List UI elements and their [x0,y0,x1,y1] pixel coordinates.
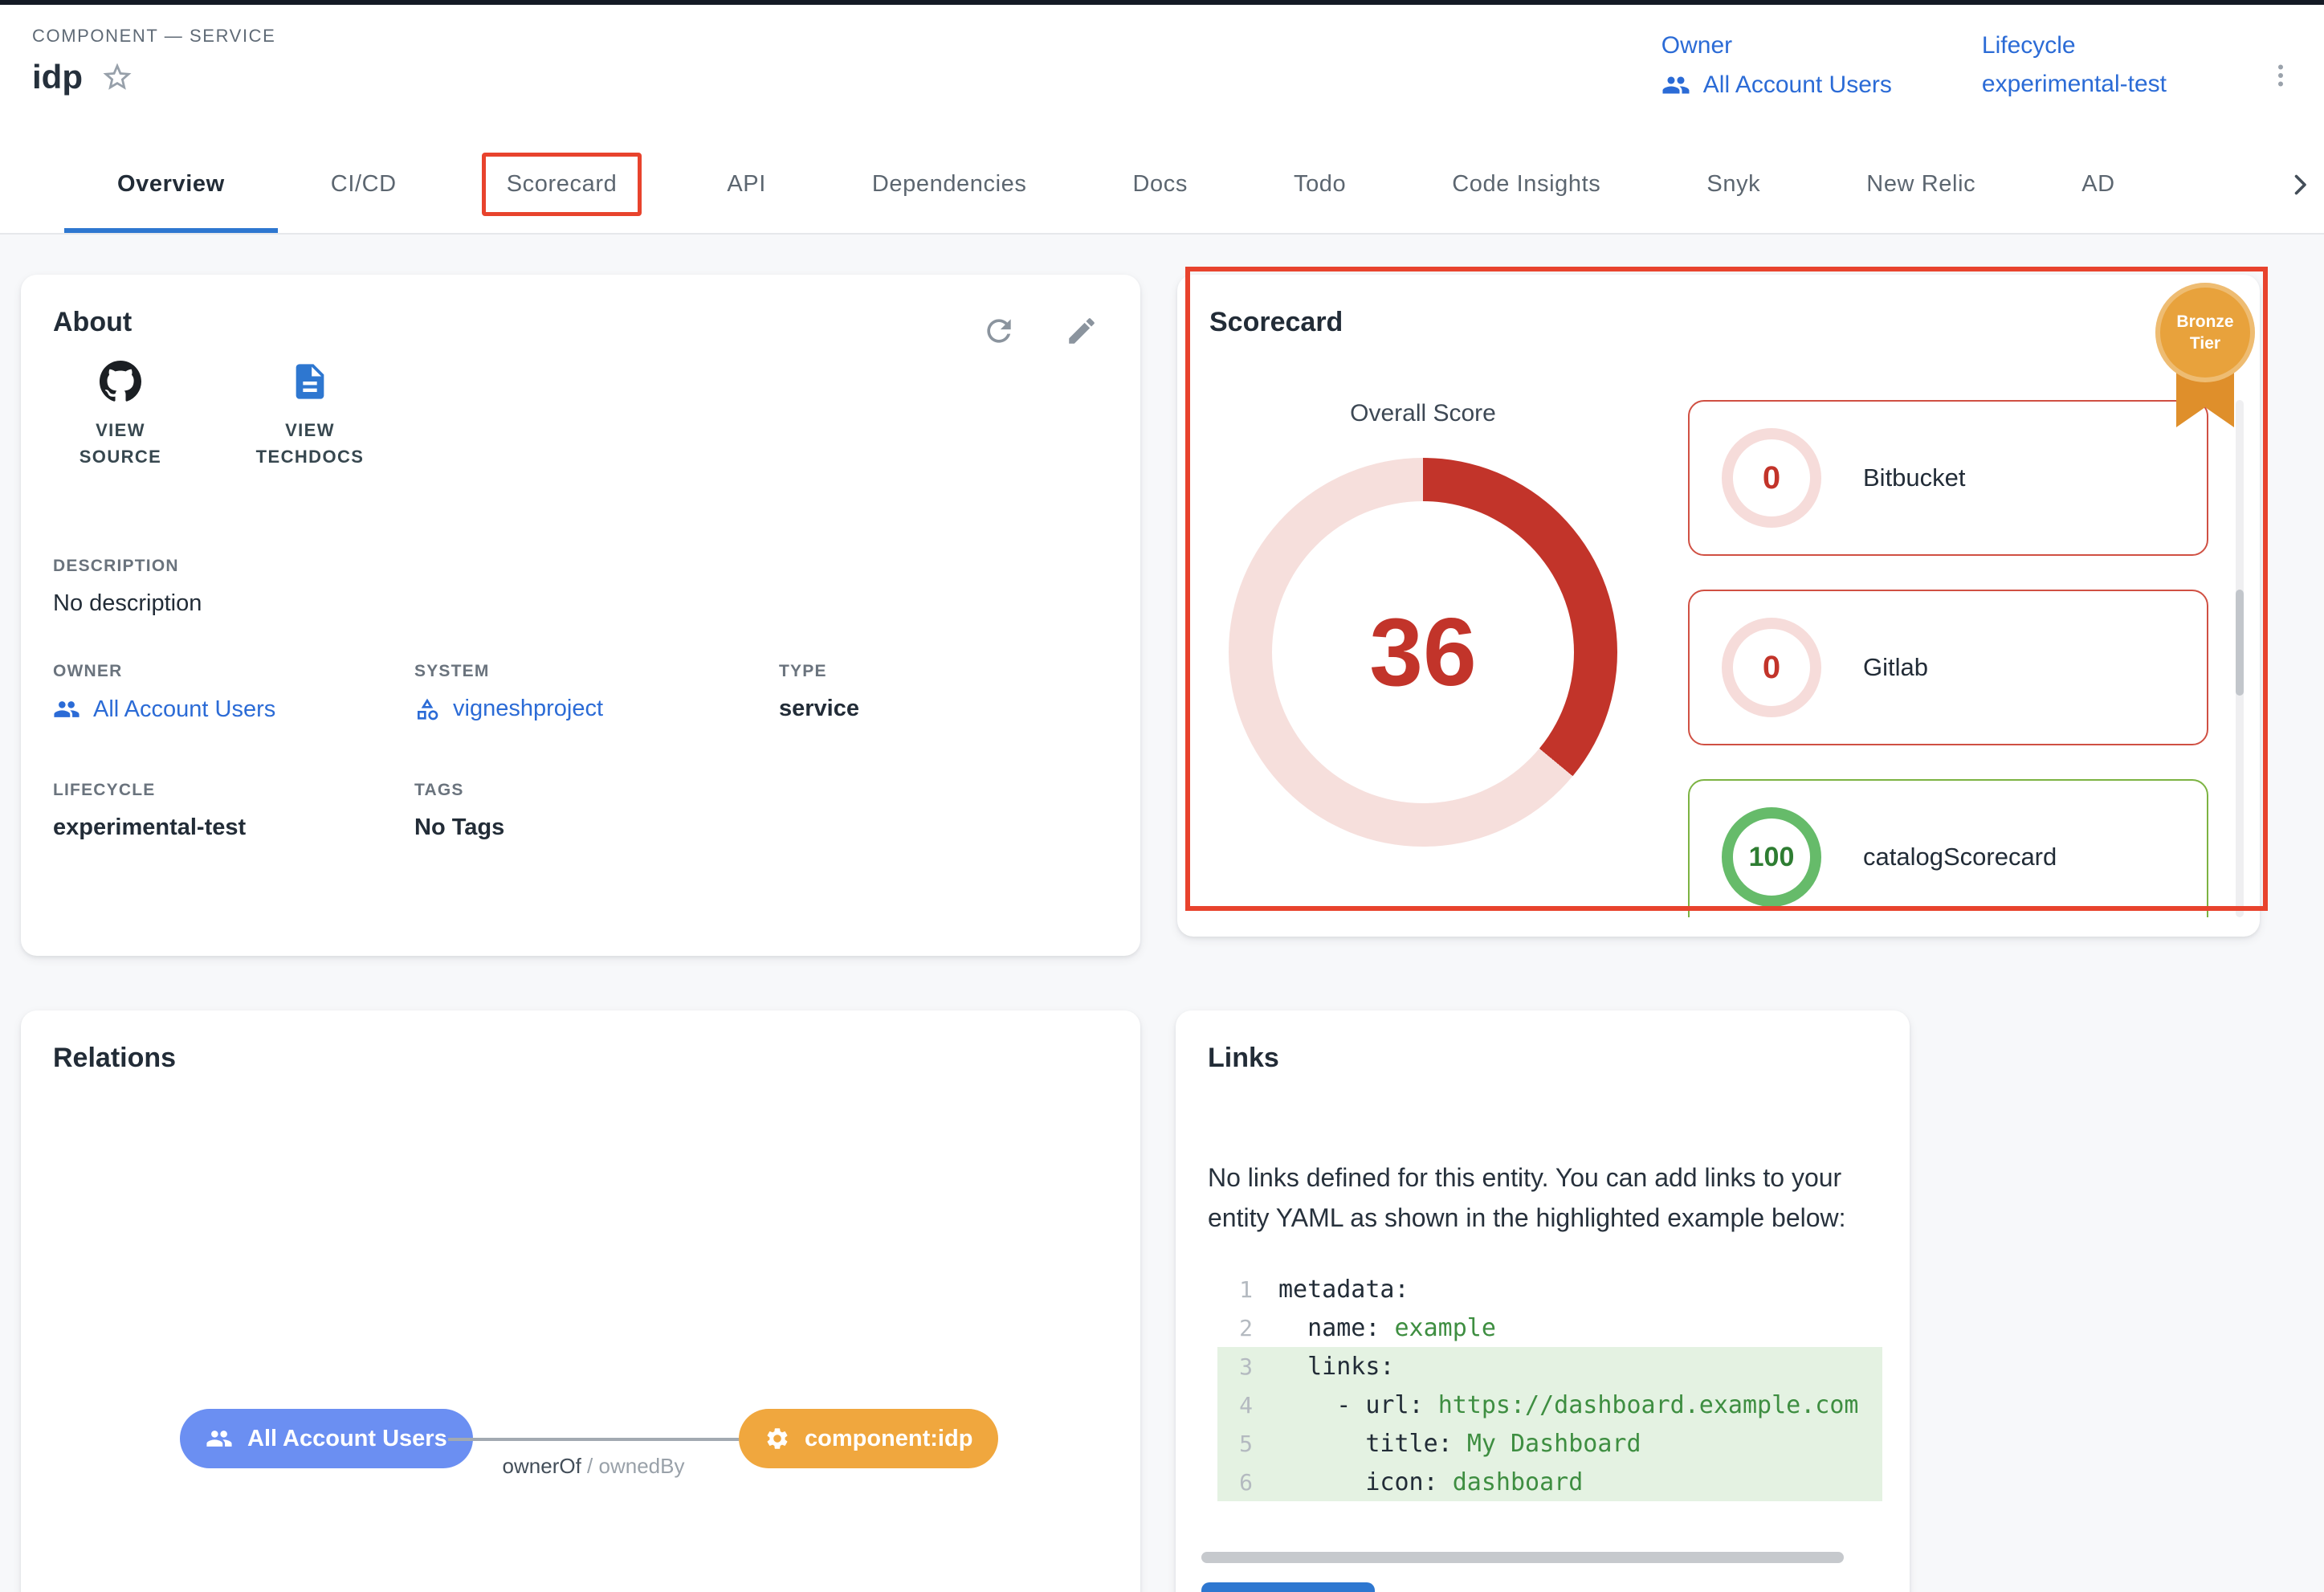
about-card: About VIEW SOURCE VIEW TECHDOCS [21,275,1140,956]
lifecycle-value: experimental-test [1982,71,2167,98]
overall-score-value: 36 [1229,458,1617,847]
relation-edge [448,1438,739,1441]
lifecycle-value: experimental-test [53,814,414,841]
code-line: 4 - url: https://dashboard.example.com [1217,1386,1882,1424]
overall-score-gauge: 36 [1229,458,1617,847]
people-icon [1661,71,1690,100]
links-empty-message: No links defined for this entity. You ca… [1208,1157,1889,1238]
entity-tab-bar: Overview CI/CD Scorecard API Dependencie… [0,135,2324,235]
relation-node-component[interactable]: component:idp [739,1409,998,1468]
overall-score-label: Overall Score [1229,400,1617,427]
header-lifecycle-block: Lifecycle experimental-test [1982,32,2167,100]
bronze-tier-badge: Bronze Tier [2155,283,2255,431]
score-ring: 0 [1722,618,1821,717]
people-icon [206,1425,233,1452]
tab-ad-truncated[interactable]: AD [2028,135,2168,233]
description-label: DESCRIPTION [53,557,1108,576]
scorecard-scrollbar-thumb[interactable] [2236,590,2244,696]
breadcrumb: COMPONENT — SERVICE [32,26,275,47]
system-field: SYSTEM vigneshproject [414,662,779,729]
relation-edge-label: ownerOf / ownedBy [432,1454,755,1479]
gear-icon [764,1426,790,1451]
tab-docs[interactable]: Docs [1079,135,1240,233]
links-title: Links [1208,1043,1878,1074]
entity-identity: COMPONENT — SERVICE idp [32,26,275,96]
scorecard-item-gitlab[interactable]: 0 Gitlab [1688,590,2208,745]
tabs-scroll-right-button[interactable] [2276,137,2324,233]
tags-value: No Tags [414,814,779,841]
lifecycle-label: Lifecycle [1982,32,2167,59]
view-techdocs-link[interactable]: VIEW TECHDOCS [243,361,377,470]
owner-field: OWNER All Account Users [53,662,414,729]
people-icon [53,696,80,723]
view-techdocs-label: VIEW TECHDOCS [243,417,377,470]
owner-value-text: All Account Users [1703,71,1892,99]
tab-overview[interactable]: Overview [64,135,278,233]
page-title: idp [32,58,83,96]
tab-cicd[interactable]: CI/CD [278,135,450,233]
entity-page: COMPONENT — SERVICE idp Owner All Accoun… [0,0,2324,1592]
owner-entity-link[interactable]: All Account Users [53,696,275,723]
clipped-bottom-button[interactable] [1201,1582,1375,1592]
relations-title: Relations [53,1043,1108,1074]
tab-new-relic[interactable]: New Relic [1813,135,2028,233]
relations-card: Relations All Account Users ownerOf / ow… [21,1010,1140,1592]
entity-header: COMPONENT — SERVICE idp Owner All Accoun… [0,5,2324,135]
techdocs-document-icon [289,361,331,402]
tab-scorecard[interactable]: Scorecard [450,135,675,233]
code-line: 2 name: example [1217,1308,1882,1347]
system-entity-link[interactable]: vigneshproject [414,696,603,722]
scorecard-tab-annotation: Scorecard [482,153,642,216]
scorecard-title: Scorecard [1209,307,2228,338]
type-field: TYPE service [779,662,1108,729]
owner-label: Owner [1661,32,1892,59]
tab-dependencies[interactable]: Dependencies [819,135,1080,233]
type-value: service [779,696,1108,722]
code-line: 3 links: [1217,1347,1882,1386]
code-line: 5 title: My Dashboard [1217,1424,1882,1463]
tags-field: TAGS No Tags [414,781,779,841]
system-category-icon [414,696,440,722]
scorecard-scrollbar-track [2236,400,2244,917]
scorecard-card: Scorecard Overall Score 36 0 Bitbucket 0… [1177,275,2260,937]
owner-value-link[interactable]: All Account Users [1661,71,1892,100]
more-options-kebab-icon[interactable] [2266,32,2295,100]
scorecard-item-bitbucket[interactable]: 0 Bitbucket [1688,400,2208,556]
tab-snyk[interactable]: Snyk [1653,135,1813,233]
scorecard-list: 0 Bitbucket 0 Gitlab 100 catalogScorecar… [1688,400,2208,917]
relation-node-owner[interactable]: All Account Users [180,1409,473,1468]
header-owner-block: Owner All Account Users [1661,32,1892,100]
tab-code-insights[interactable]: Code Insights [1399,135,1653,233]
lifecycle-field: LIFECYCLE experimental-test [53,781,414,841]
favorite-star-icon[interactable] [100,60,134,94]
description-value: No description [53,590,1108,617]
code-line: 6 icon: dashboard [1217,1463,1882,1501]
refresh-icon[interactable] [981,313,1017,349]
scorecard-item-catalogscorecard[interactable]: 100 catalogScorecard [1688,779,2208,917]
code-horizontal-scrollbar[interactable] [1201,1552,1844,1563]
links-card: Links No links defined for this entity. … [1176,1010,1910,1592]
badge-medal-icon: Bronze Tier [2155,283,2255,382]
view-source-link[interactable]: VIEW SOURCE [53,361,188,470]
tab-api[interactable]: API [674,135,819,233]
score-ring: 0 [1722,428,1821,528]
code-line: 1metadata: [1217,1270,1882,1308]
yaml-code-block: 1metadata: 2 name: example 3 links: 4 - … [1217,1270,1882,1501]
view-source-label: VIEW SOURCE [53,417,188,470]
score-ring: 100 [1722,807,1821,907]
chevron-right-icon [2285,170,2314,199]
github-icon [100,361,141,402]
about-title: About [53,307,1108,338]
tab-todo[interactable]: Todo [1241,135,1399,233]
edit-pencil-icon[interactable] [1065,313,1099,349]
